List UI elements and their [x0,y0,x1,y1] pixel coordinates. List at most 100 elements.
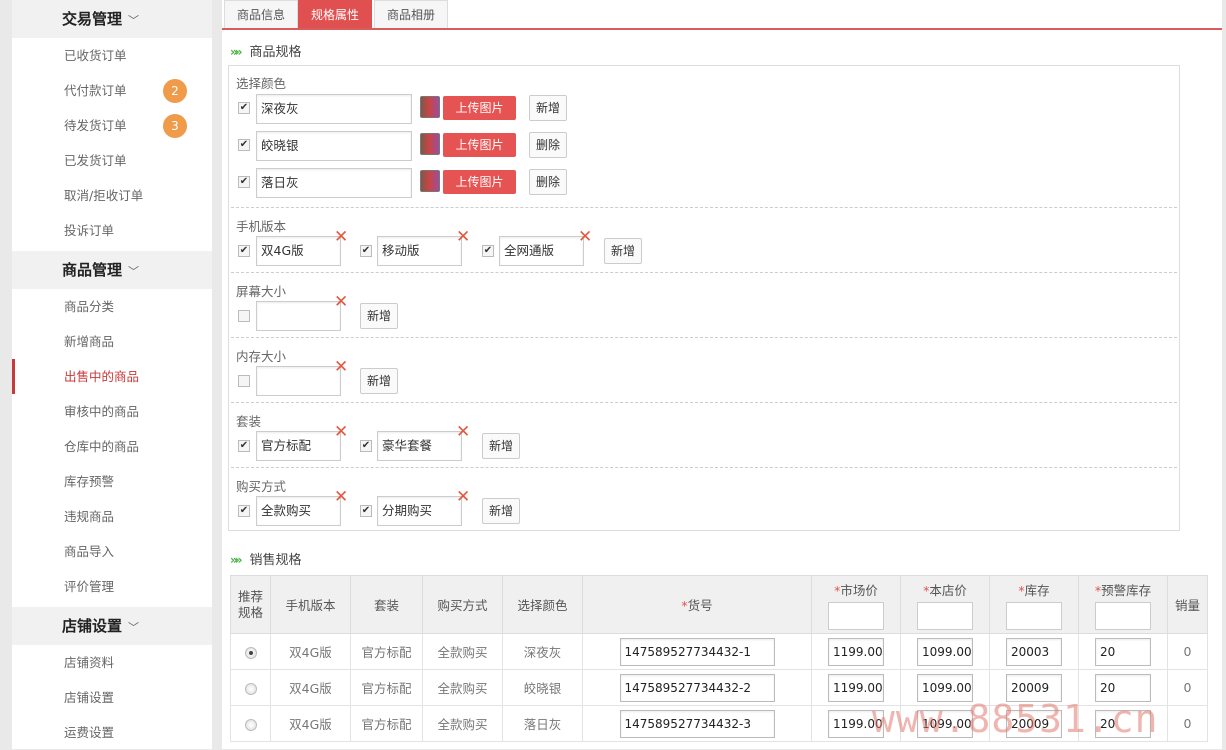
group-label-version: 手机版本 [236,219,287,234]
shop-price-input[interactable]: 1099.00 [917,637,973,666]
recommend-radio[interactable] [244,682,257,695]
option-input[interactable] [256,366,341,396]
sidebar-item-add-goods[interactable]: 新增商品 [12,324,212,359]
sidebar-group-goods[interactable]: 商品管理 ﹀ [12,251,212,289]
sidebar-item-in-review[interactable]: 审核中的商品 [12,394,212,429]
market-price-input[interactable]: 1199.00 [828,637,884,666]
remove-x-icon[interactable]: ✕ [456,229,470,246]
color-checkbox[interactable]: ✔ [238,102,250,114]
sidebar-item-import[interactable]: 商品导入 [12,534,212,569]
col-header-payment: 购买方式 [422,575,503,634]
section-title-text: 商品规格 [249,45,302,60]
stock-input[interactable]: 20003 [1006,637,1062,666]
sidebar-item-warehouse[interactable]: 仓库中的商品 [12,429,212,464]
batch-warn-stock-input[interactable] [1095,601,1151,630]
remove-x-icon[interactable]: ✕ [334,424,348,441]
add-option-button[interactable]: 新增 [360,303,398,329]
sidebar-group-title: 店铺设置 [62,617,123,635]
col-header-shop-price: *本店价 [900,575,990,634]
remove-x-icon[interactable]: ✕ [334,359,348,376]
remove-x-icon[interactable]: ✕ [456,424,470,441]
sidebar-item-label: 取消/拒收订单 [64,188,144,203]
sidebar-item-received-orders[interactable]: 已收货订单 [12,38,212,73]
option-input[interactable]: 移动版 [377,236,462,266]
batch-shop-price-input[interactable] [917,601,973,630]
batch-market-price-input[interactable] [828,601,884,630]
delete-color-button[interactable]: 删除 [529,132,567,158]
sidebar-group-trade[interactable]: 交易管理 ﹀ [12,0,212,38]
sidebar-item-cancelled-orders[interactable]: 取消/拒收订单 [12,178,212,213]
remove-x-icon[interactable]: ✕ [334,294,348,311]
upload-image-button[interactable]: 上传图片 [443,133,516,157]
sidebar-item-stock-warning[interactable]: 库存预警 [12,464,212,499]
sidebar-group-title: 商品管理 [62,261,123,279]
option-input[interactable]: 分期购买 [377,496,462,526]
option-checkbox[interactable]: ✔ [360,245,372,257]
option-checkbox[interactable]: ✔ [360,440,372,452]
sidebar-item-shop-settings[interactable]: 店铺设置 [12,680,212,715]
add-option-button[interactable]: 新增 [482,498,520,524]
col-header-sku: *货号 [582,575,812,634]
remove-x-icon[interactable]: ✕ [578,229,592,246]
option-checkbox[interactable]: ✔ [360,505,372,517]
group-label-color: 选择颜色 [236,76,287,91]
remove-x-icon[interactable]: ✕ [334,229,348,246]
batch-stock-input[interactable] [1006,601,1062,630]
add-option-button[interactable]: 新增 [360,368,398,394]
sidebar-item-shipped-orders[interactable]: 已发货订单 [12,143,212,178]
sidebar-item-pending-ship-orders[interactable]: 待发货订单 3 [12,108,212,143]
sidebar-item-unpaid-orders[interactable]: 代付款订单 2 [12,73,212,108]
option-input[interactable]: 全网通版 [499,236,584,266]
option-checkbox[interactable]: ✔ [238,245,250,257]
option-checkbox[interactable]: ✔ [238,440,250,452]
tab-spec-attributes[interactable]: 规格属性 [298,0,373,28]
tab-goods-info[interactable]: 商品信息 [224,0,299,28]
sidebar-group-shop[interactable]: 店铺设置 ﹀ [12,607,212,645]
add-option-button[interactable]: 新增 [482,433,520,459]
sidebar-item-shop-info[interactable]: 店铺资料 [12,645,212,680]
sku-input[interactable]: 147589527734432-2 [619,673,775,702]
option-input[interactable]: 全款购买 [256,496,341,526]
option-checkbox[interactable] [238,375,250,387]
sidebar-item-category[interactable]: 商品分类 [12,289,212,324]
option-input[interactable]: 豪华套餐 [377,431,462,461]
remove-x-icon[interactable]: ✕ [456,489,470,506]
option-input[interactable]: 双4G版 [256,236,341,266]
sidebar-group-title: 交易管理 [62,10,123,28]
recommend-radio[interactable] [244,718,257,731]
sidebar-item-on-sale[interactable]: 出售中的商品 [12,359,212,394]
add-color-button[interactable]: 新增 [529,95,567,121]
option-checkbox[interactable] [238,310,250,322]
color-input[interactable]: 落日灰 [256,168,412,198]
payment-cell: 全款购买 [422,705,503,742]
sku-cell: 147589527734432-1 [582,633,812,670]
sidebar-item-complaint-orders[interactable]: 投诉订单 [12,213,212,248]
sidebar-item-violations[interactable]: 违规商品 [12,499,212,534]
col-header-color: 选择颜色 [502,575,583,634]
upload-image-button[interactable]: 上传图片 [443,96,516,120]
col-header-text: 市场价 [840,582,878,598]
delete-color-button[interactable]: 删除 [529,169,567,195]
color-thumbnail [420,170,440,192]
option-checkbox[interactable]: ✔ [482,245,494,257]
color-checkbox[interactable]: ✔ [238,139,250,151]
color-input[interactable]: 深夜灰 [256,94,412,124]
color-thumbnail [420,133,440,155]
group-label-memory: 内存大小 [236,349,287,364]
color-input[interactable]: 皎晓银 [256,131,412,161]
option-input[interactable]: 官方标配 [256,431,341,461]
warn-stock-input[interactable]: 20 [1095,637,1151,666]
sidebar-item-reviews[interactable]: 评价管理 [12,569,212,604]
col-header-text: 库存 [1024,582,1050,598]
tab-goods-album[interactable]: 商品相册 [374,0,449,28]
upload-image-button[interactable]: 上传图片 [443,170,516,194]
option-input[interactable] [256,301,341,331]
sku-input[interactable]: 147589527734432-1 [619,637,775,666]
sku-input[interactable]: 147589527734432-3 [619,709,775,738]
add-option-button[interactable]: 新增 [604,238,642,264]
color-checkbox[interactable]: ✔ [238,176,250,188]
option-checkbox[interactable]: ✔ [238,505,250,517]
remove-x-icon[interactable]: ✕ [334,489,348,506]
recommend-radio[interactable] [244,646,257,659]
sidebar-item-shipping-settings[interactable]: 运费设置 [12,715,212,750]
